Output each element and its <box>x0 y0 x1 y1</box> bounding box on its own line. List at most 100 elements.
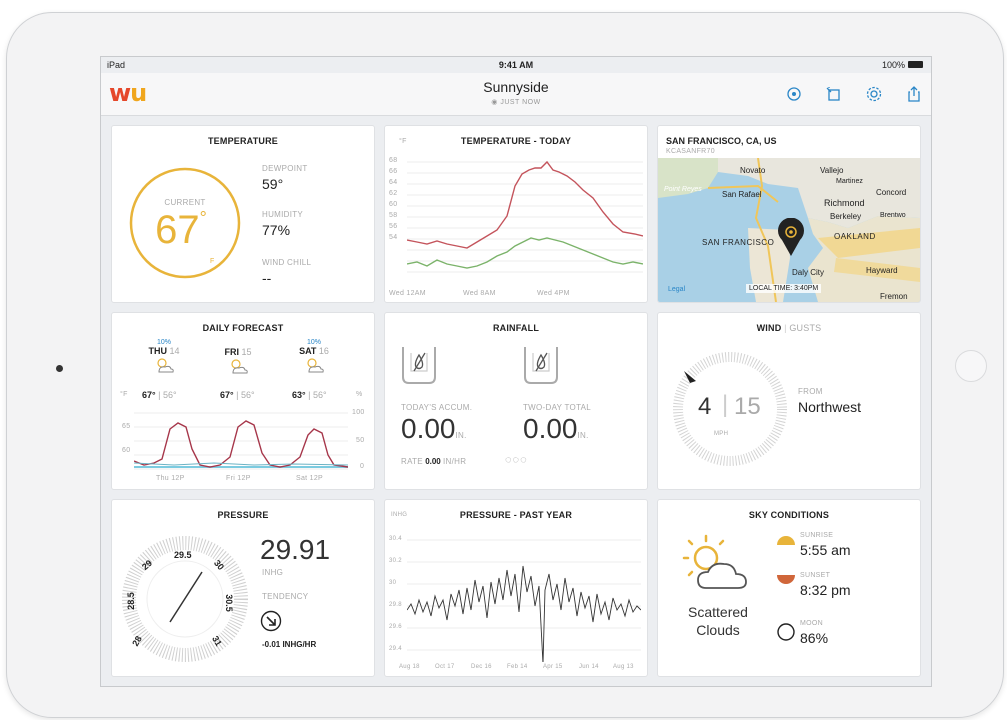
twoday-total-unit: IN. <box>577 431 589 440</box>
map-place: Daly City <box>792 268 825 277</box>
lo-temp: 56° <box>240 390 255 400</box>
y-tick: 29.8 <box>389 602 402 608</box>
x-tick: Wed 4PM <box>537 290 570 297</box>
y-tick: 58 <box>389 212 398 219</box>
precip-chance <box>208 339 268 347</box>
x-tick: Oct 17 <box>435 664 455 670</box>
wind-direction: Northwest <box>798 399 862 415</box>
camera-dot <box>56 365 63 372</box>
sunrise-time: 5:55 am <box>800 542 851 558</box>
today-accum-unit: IN. <box>455 431 467 440</box>
pressure-value: 29.91 <box>260 534 331 565</box>
y-tick: 62 <box>389 190 398 197</box>
rain-gauge-icon <box>402 347 436 384</box>
gear-icon[interactable] <box>863 83 885 105</box>
map-card[interactable]: SAN FRANCISCO, CA, US KCASANFR70 Novato … <box>657 125 921 303</box>
partly-cloudy-icon <box>682 534 747 589</box>
temperature-today-card[interactable]: TEMPERATURE - TODAY °F 68 66 64 62 60 58… <box>384 125 648 303</box>
map-place: Richmond <box>824 198 865 208</box>
y-tick: 54 <box>389 234 398 241</box>
partly-cloudy-icon <box>231 359 248 374</box>
map-legal-link[interactable]: Legal <box>668 286 685 293</box>
x-tick: Dec 16 <box>471 664 492 670</box>
station-pin-icon[interactable] <box>776 218 806 258</box>
y-tick: 29.6 <box>389 624 402 630</box>
tendency-label: TENDENCY <box>262 592 309 601</box>
tendency-value: -0.01 INHG/HR <box>262 640 317 649</box>
wind-compass <box>673 352 787 466</box>
sunrise-label: SUNRISE <box>800 532 834 539</box>
update-status-text: JUST NOW <box>500 99 541 106</box>
sky-title: SKY CONDITIONS <box>748 510 830 520</box>
nav-bar: wu Sunnyside ◉ JUST NOW <box>101 73 931 116</box>
map-place: San Rafael <box>722 190 762 199</box>
temp-today-yaxis: 68 66 64 62 60 58 56 54 <box>389 157 409 245</box>
moon-icon <box>777 623 795 641</box>
station-id: KCASANFR70 <box>666 148 715 155</box>
y-tick: 30.2 <box>389 558 402 564</box>
home-button[interactable] <box>955 350 987 382</box>
x-tick: Apr 15 <box>543 664 563 670</box>
temp-today-unit: °F <box>399 138 407 145</box>
hi-temp: 67° <box>220 390 234 400</box>
nav-actions <box>783 83 925 105</box>
rainfall-card[interactable]: RAINFALL TODAY'S ACCUM. 0.00IN. TWO-DAY … <box>384 312 648 490</box>
pressure-year-card[interactable]: PRESSURE - PAST YEAR INHG 30.4 30.2 30 2… <box>384 499 648 677</box>
y-tick: 60 <box>122 447 131 454</box>
y-tick: 30.4 <box>389 536 402 542</box>
y-tick: 50 <box>356 437 365 444</box>
status-time: 9:41 AM <box>498 60 534 70</box>
share-icon[interactable] <box>903 83 925 105</box>
pressure-year-title: PRESSURE - PAST YEAR <box>459 510 573 520</box>
daily-forecast-card[interactable]: DAILY FORECAST 10% THU 14 FRI 15 10% SAT… <box>111 312 375 490</box>
pressure-title: PRESSURE <box>217 510 269 520</box>
day-name: THU <box>148 346 167 356</box>
twoday-total-value: 0.00 <box>523 413 578 444</box>
day-date: 16 <box>318 346 329 356</box>
temperature-card[interactable]: TEMPERATURE CURRENT 67° F DEWPOINT 59° H… <box>111 125 375 303</box>
pressure-card[interactable]: PRESSURE 28 28.5 29 29.5 30 30.5 31 29.9… <box>111 499 375 677</box>
y-tick: 66 <box>389 168 398 175</box>
moon-phase: 86% <box>800 630 829 646</box>
wind-title-row: WIND | GUSTS <box>756 323 822 333</box>
day-date: 15 <box>241 347 252 357</box>
forecast-unit-right: % <box>356 391 363 398</box>
today-accum-label: TODAY'S ACCUM. <box>401 403 473 412</box>
map-place: OAKLAND <box>834 232 876 241</box>
wind-card[interactable]: WIND | GUSTS 4 | 15 MPH FROM Northwest <box>657 312 921 490</box>
map-place: Concord <box>876 188 907 197</box>
rain-gauge-icon <box>524 347 558 384</box>
x-tick: Sat 12P <box>296 475 324 482</box>
sky-conditions-card[interactable]: SKY CONDITIONS Scattered Clouds SUNRISE … <box>657 499 921 677</box>
wind-from-label: FROM <box>798 387 823 396</box>
battery-icon <box>908 61 923 68</box>
temperature-title: TEMPERATURE <box>207 136 279 146</box>
windchill-value: -- <box>262 270 272 286</box>
forecast-day[interactable]: 10% THU 14 <box>134 339 194 379</box>
rate-unit: IN/HR <box>443 457 467 466</box>
layout-icon[interactable] <box>823 83 845 105</box>
sunset-icon <box>777 575 795 584</box>
forecast-day[interactable]: FRI 15 <box>208 339 268 380</box>
map-title: SAN FRANCISCO, CA, US <box>666 136 777 146</box>
map-place: Brentwo <box>880 212 906 219</box>
current-label: CURRENT <box>164 198 206 207</box>
forecast-unit-left: °F <box>120 391 128 398</box>
temp-today-plot <box>407 160 643 273</box>
app-screen: iPad 9:41 AM 100% wu Sunnyside ◉ JUST NO… <box>100 56 932 687</box>
wind-speed: 4 <box>698 393 712 420</box>
precip-chance: 10% <box>156 339 171 346</box>
today-accum-value: 0.00 <box>401 413 456 444</box>
pressure-series-line <box>407 565 641 662</box>
location-icon[interactable] <box>783 83 805 105</box>
map-place: Novato <box>740 166 766 175</box>
map-place: Hayward <box>866 266 898 275</box>
y-tick: 64 <box>389 179 398 186</box>
wind-unit: MPH <box>714 431 729 437</box>
moon-label: MOON <box>800 620 823 627</box>
forecast-day[interactable]: 10% SAT 16 <box>284 339 344 379</box>
y-tick: 0 <box>360 463 365 470</box>
tendency-arrow-icon <box>260 610 282 632</box>
x-tick: Wed 12AM <box>389 290 426 297</box>
sunset-label: SUNSET <box>800 572 831 579</box>
